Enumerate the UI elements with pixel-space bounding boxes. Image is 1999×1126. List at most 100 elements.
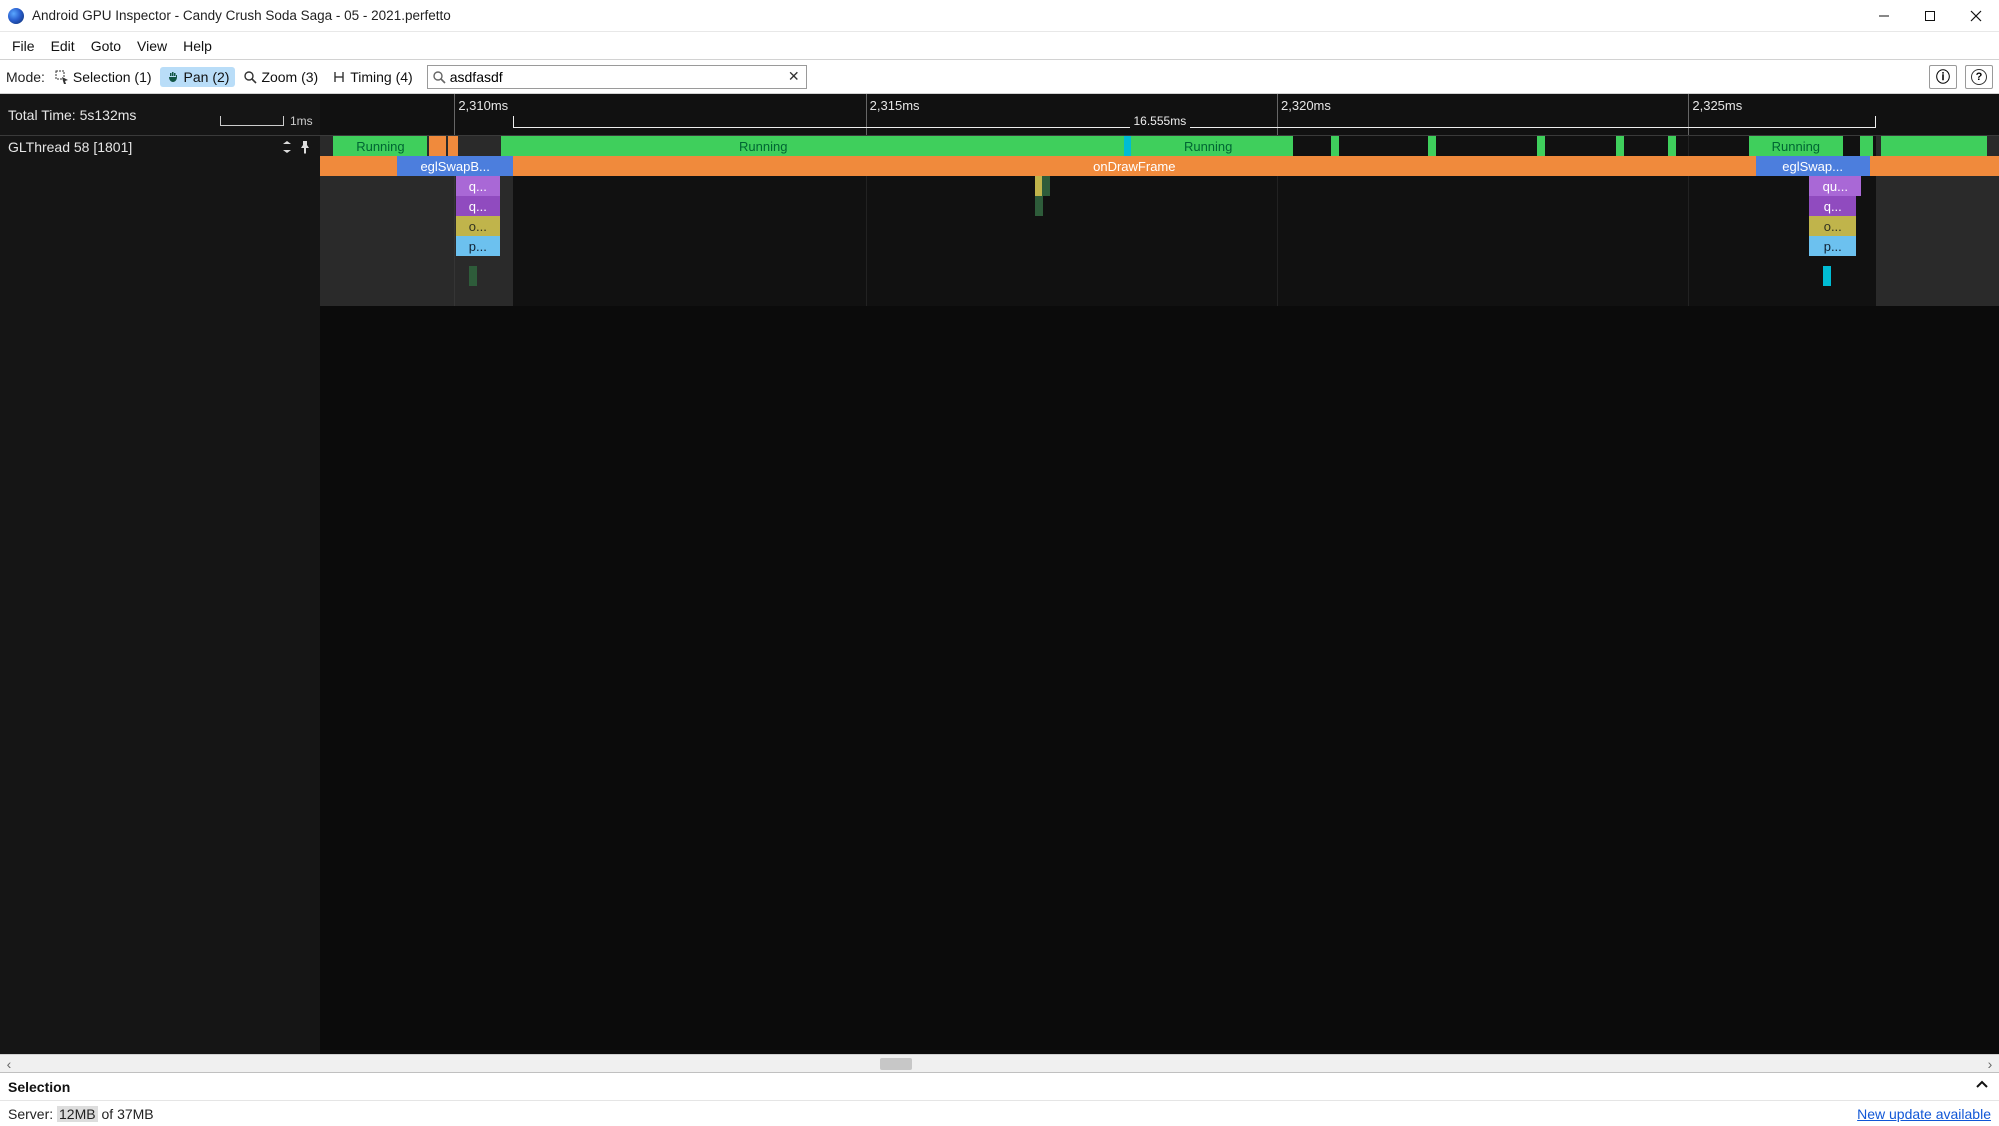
- trace-slice[interactable]: [1042, 176, 1050, 196]
- mode-timing-label: Timing (4): [350, 69, 413, 85]
- server-memory-label: Server: 12MB of 37MB: [8, 1106, 154, 1122]
- mode-selection-button[interactable]: Selection (1): [49, 67, 158, 87]
- help-button[interactable]: ?: [1965, 65, 1993, 89]
- menu-edit[interactable]: Edit: [43, 35, 83, 57]
- trace-slice[interactable]: [1035, 196, 1043, 216]
- search-icon: [432, 70, 446, 84]
- trace-slice[interactable]: Running: [1131, 136, 1285, 156]
- track-row: RunningRunningRunningRunningRunning: [320, 136, 1999, 156]
- track-row: q... qu...: [320, 176, 1999, 196]
- timeline-view[interactable]: Total Time: 5s132ms 1ms 2,310ms 2,315ms 2,…: [0, 94, 1999, 1054]
- window-title: Android GPU Inspector - Candy Crush Soda…: [32, 8, 1861, 23]
- update-available-link[interactable]: New update available: [1857, 1106, 1991, 1122]
- timeline-ruler[interactable]: Total Time: 5s132ms 1ms 2,310ms 2,315ms 2,…: [0, 94, 1999, 136]
- trace-slice[interactable]: q...: [456, 196, 500, 216]
- trace-slice[interactable]: onDrawFrame: [513, 156, 1755, 176]
- ruler-tick: 2,325ms: [1688, 94, 1689, 135]
- pin-icon[interactable]: [298, 140, 312, 154]
- trace-slice[interactable]: [1285, 136, 1293, 156]
- mini-scale: 1ms: [220, 114, 313, 128]
- toolbar: Mode: Selection (1) Pan (2) Zoom (3) Tim…: [0, 60, 1999, 94]
- status-bar: Server: 12MB of 37MB New update availabl…: [0, 1100, 1999, 1126]
- mode-zoom-button[interactable]: Zoom (3): [237, 67, 324, 87]
- track-row: [320, 266, 1999, 286]
- trace-slice[interactable]: [1823, 266, 1831, 286]
- mode-zoom-label: Zoom (3): [261, 69, 318, 85]
- total-time-label: Total Time: 5s132ms: [8, 107, 136, 123]
- track-row: q... q...: [320, 196, 1999, 216]
- trace-slice[interactable]: [1860, 136, 1873, 156]
- trace-slice[interactable]: q...: [1809, 196, 1856, 216]
- trace-slice[interactable]: Running: [333, 136, 427, 156]
- menu-file[interactable]: File: [4, 35, 43, 57]
- search-input[interactable]: [446, 69, 786, 85]
- trace-slice[interactable]: o...: [1809, 216, 1856, 236]
- menu-view[interactable]: View: [129, 35, 175, 57]
- trace-slice[interactable]: [320, 156, 397, 176]
- menu-bar: File Edit Goto View Help: [0, 32, 1999, 60]
- trace-slice[interactable]: o...: [456, 216, 500, 236]
- selection-panel-header[interactable]: Selection: [0, 1072, 1999, 1100]
- collapse-icon[interactable]: [280, 140, 294, 154]
- track-row: p... p...: [320, 236, 1999, 256]
- track-name: GLThread 58 [1801]: [8, 139, 276, 155]
- scrollbar-thumb[interactable]: [880, 1058, 912, 1070]
- track-row: eglSwapB...onDrawFrameeglSwap...: [320, 156, 1999, 176]
- zoom-icon: [243, 70, 257, 84]
- app-icon: [8, 8, 24, 24]
- scroll-left-button[interactable]: ‹: [0, 1055, 18, 1072]
- mode-label: Mode:: [6, 69, 45, 85]
- mode-selection-label: Selection (1): [73, 69, 152, 85]
- ruler-tick: 2,315ms: [866, 94, 867, 135]
- trace-slice[interactable]: [1881, 136, 1987, 156]
- window-minimize-button[interactable]: [1861, 0, 1907, 31]
- track-row: o... o...: [320, 216, 1999, 236]
- help-icon: ?: [1971, 69, 1987, 85]
- range-duration-label: 16.555ms: [1130, 114, 1191, 128]
- ruler-tick: 2,310ms: [454, 94, 455, 135]
- trace-slice[interactable]: Running: [501, 136, 1025, 156]
- trace-slice[interactable]: [1668, 136, 1676, 156]
- selection-panel-label: Selection: [8, 1079, 1973, 1095]
- info-icon: ⓘ: [1936, 67, 1950, 87]
- trace-slice[interactable]: [1537, 136, 1545, 156]
- trace-slice[interactable]: [1616, 136, 1624, 156]
- trace-slice[interactable]: [1331, 136, 1339, 156]
- trace-slice[interactable]: [429, 136, 446, 156]
- trace-slice[interactable]: [448, 136, 458, 156]
- trace-slice[interactable]: eglSwap...: [1756, 156, 1870, 176]
- trace-slice[interactable]: Running: [1749, 136, 1843, 156]
- title-bar: Android GPU Inspector - Candy Crush Soda…: [0, 0, 1999, 32]
- trace-slice[interactable]: [866, 136, 874, 156]
- ruler-tick: 2,320ms: [1277, 94, 1278, 135]
- range-bracket: [513, 116, 1876, 128]
- menu-help[interactable]: Help: [175, 35, 220, 57]
- trace-slice[interactable]: [469, 266, 477, 286]
- trace-slice[interactable]: qu...: [1809, 176, 1861, 196]
- mode-pan-button[interactable]: Pan (2): [160, 67, 236, 87]
- trace-slice[interactable]: p...: [1809, 236, 1856, 256]
- window-close-button[interactable]: [1953, 0, 1999, 31]
- trace-slice[interactable]: [1870, 156, 1999, 176]
- trace-slice[interactable]: q...: [456, 176, 500, 196]
- about-button[interactable]: ⓘ: [1929, 65, 1957, 89]
- trace-slice[interactable]: eglSwapB...: [397, 156, 513, 176]
- search-field-wrap: ✕: [427, 65, 807, 89]
- scroll-right-button[interactable]: ›: [1981, 1055, 1999, 1072]
- chevron-up-icon[interactable]: [1973, 1078, 1991, 1095]
- track-label[interactable]: GLThread 58 [1801]: [0, 136, 320, 158]
- mode-pan-label: Pan (2): [184, 69, 230, 85]
- selection-icon: [55, 70, 69, 84]
- trace-slice[interactable]: p...: [456, 236, 500, 256]
- mini-scale-label: 1ms: [290, 114, 313, 128]
- timing-icon: [332, 70, 346, 84]
- pan-icon: [166, 70, 180, 84]
- timeline-horizontal-scrollbar[interactable]: ‹ ›: [0, 1054, 1999, 1072]
- window-maximize-button[interactable]: [1907, 0, 1953, 31]
- search-clear-button[interactable]: ✕: [786, 68, 802, 85]
- menu-goto[interactable]: Goto: [83, 35, 129, 57]
- trace-slice[interactable]: [1428, 136, 1436, 156]
- trace-slice[interactable]: [1025, 136, 1126, 156]
- mode-timing-button[interactable]: Timing (4): [326, 67, 419, 87]
- empty-track-space: [320, 306, 1999, 1054]
